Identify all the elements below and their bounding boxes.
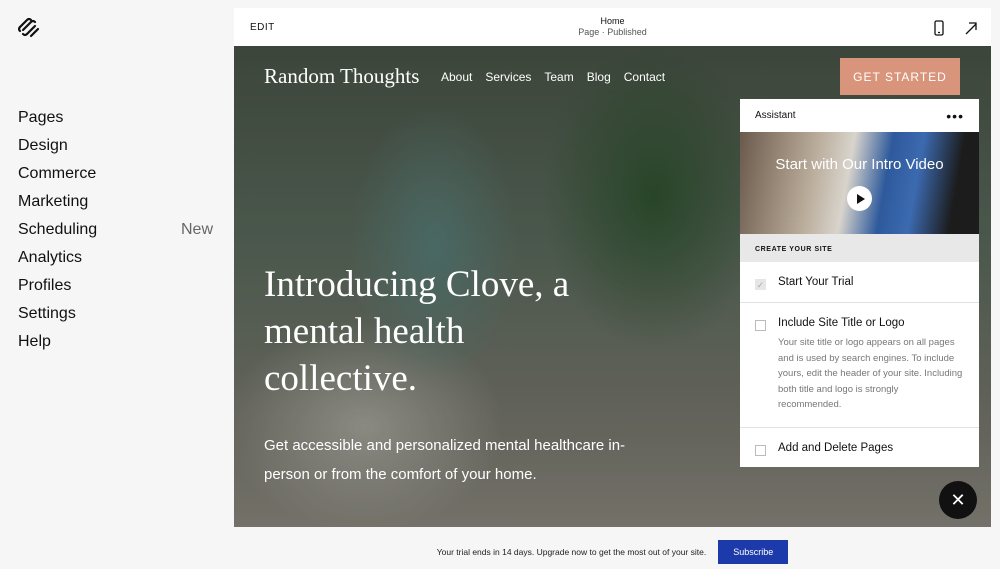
editor-topbar: EDIT Home Page · Published bbox=[234, 8, 991, 46]
site-nav-services[interactable]: Services bbox=[485, 70, 531, 84]
video-title: Start with Our Intro Video bbox=[775, 156, 944, 173]
page-title: Home bbox=[600, 16, 625, 26]
checkbox-icon[interactable] bbox=[755, 320, 766, 331]
new-badge: New bbox=[180, 221, 213, 238]
sidebar-item-label: Settings bbox=[18, 305, 76, 322]
step-title: Add and Delete Pages bbox=[778, 441, 894, 454]
sidebar-item-label: Analytics bbox=[18, 249, 83, 266]
step-title: Include Site Title or Logo bbox=[778, 317, 905, 329]
get-started-button[interactable]: GET STARTED bbox=[840, 58, 960, 95]
assistant-title: Assistant bbox=[755, 110, 796, 121]
sidebar-item-design[interactable]: Design bbox=[18, 136, 213, 164]
assistant-header: Assistant ••• bbox=[740, 99, 979, 132]
site-title[interactable]: Random Thoughts bbox=[264, 64, 419, 89]
sidebar-item-label: Marketing bbox=[18, 193, 89, 210]
sidebar-item-label: Scheduling bbox=[18, 221, 98, 238]
site-nav-blog[interactable]: Blog bbox=[587, 70, 611, 84]
hero-headline: Introducing Clove, a mental health colle… bbox=[264, 264, 570, 399]
sidebar-item-help[interactable]: Help bbox=[18, 332, 213, 360]
site-nav-about[interactable]: About bbox=[441, 70, 472, 84]
sidebar-item-scheduling[interactable]: Scheduling New bbox=[18, 220, 213, 248]
sidebar-item-analytics[interactable]: Analytics bbox=[18, 248, 213, 276]
section-header: CREATE YOUR SITE bbox=[740, 234, 979, 262]
sidebar-nav: Pages Design Commerce Marketing Scheduli… bbox=[18, 108, 213, 360]
sidebar-item-pages[interactable]: Pages bbox=[18, 108, 213, 136]
site-nav-team[interactable]: Team bbox=[544, 70, 573, 84]
step-site-title[interactable]: Include Site Title or Logo Your site tit… bbox=[740, 303, 979, 428]
external-arrow-icon[interactable] bbox=[964, 20, 978, 36]
close-icon[interactable]: ✕ bbox=[939, 481, 977, 519]
site-nav-contact[interactable]: Contact bbox=[624, 70, 665, 84]
sidebar-item-label: Pages bbox=[18, 109, 64, 126]
trial-message: Your trial ends in 14 days. Upgrade now … bbox=[436, 547, 707, 557]
squarespace-logo-icon[interactable] bbox=[18, 18, 40, 38]
intro-video[interactable]: Start with Our Intro Video bbox=[740, 132, 979, 234]
assistant-panel: Assistant ••• Start with Our Intro Video… bbox=[740, 99, 979, 467]
checkbox-icon[interactable] bbox=[755, 444, 766, 456]
step-start-trial[interactable]: ✓ Start Your Trial bbox=[740, 262, 979, 303]
page-preview-frame: EDIT Home Page · Published Random Though… bbox=[234, 8, 991, 527]
sidebar-item-label: Commerce bbox=[18, 165, 97, 182]
step-description: Your site title or logo appears on all p… bbox=[778, 337, 963, 410]
sidebar-item-settings[interactable]: Settings bbox=[18, 304, 213, 332]
step-title: Start Your Trial bbox=[778, 276, 854, 288]
page-status: Page · Published bbox=[578, 27, 647, 37]
sidebar-item-marketing[interactable]: Marketing bbox=[18, 192, 213, 220]
step-pages[interactable]: Add and Delete Pages bbox=[740, 428, 979, 468]
trial-banner: Your trial ends in 14 days. Upgrade now … bbox=[234, 540, 991, 564]
sidebar-item-label: Profiles bbox=[18, 277, 72, 294]
hero-subline: Get accessible and personalized mental h… bbox=[264, 437, 626, 483]
mobile-icon[interactable] bbox=[932, 20, 946, 36]
subscribe-button[interactable]: Subscribe bbox=[718, 540, 789, 564]
site-nav: About Services Team Blog Contact bbox=[441, 70, 665, 84]
checkbox-checked-icon[interactable]: ✓ bbox=[755, 279, 766, 290]
hero-section: Random Thoughts About Services Team Blog… bbox=[234, 46, 991, 527]
sidebar-item-label: Design bbox=[18, 137, 68, 154]
sidebar-item-label: Help bbox=[18, 333, 51, 350]
page-info: Home Page · Published bbox=[234, 16, 991, 38]
sidebar-item-commerce[interactable]: Commerce bbox=[18, 164, 213, 192]
play-icon[interactable] bbox=[847, 186, 872, 211]
more-options-icon[interactable]: ••• bbox=[946, 108, 964, 124]
sidebar-item-profiles[interactable]: Profiles bbox=[18, 276, 213, 304]
